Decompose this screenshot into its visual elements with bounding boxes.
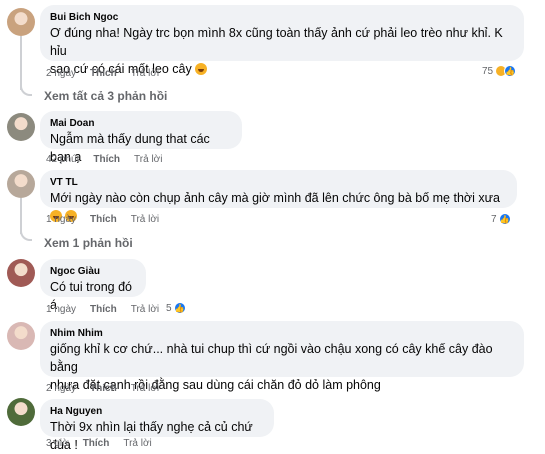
avatar[interactable] <box>7 259 35 287</box>
laughing-emoji-icon <box>195 63 208 75</box>
commenter-name[interactable]: Mai Doan <box>50 117 232 130</box>
like-button[interactable]: Thích <box>90 304 117 316</box>
timestamp[interactable]: 2 ngày <box>46 68 76 80</box>
avatar[interactable] <box>7 8 35 36</box>
comment-bubble: VT TL Mới ngày nào còn chụp ảnh cây mà g… <box>40 170 517 222</box>
commenter-name[interactable]: Bui Bich Ngoc <box>50 11 514 24</box>
see-all-replies-link[interactable]: Xem tất cả 3 phản hồi <box>44 89 167 103</box>
comment-bubble: Nhim Nhim giống khỉ k cơ chứ... nhà tui … <box>40 321 524 392</box>
avatar[interactable] <box>7 322 35 350</box>
timestamp[interactable]: 1 ngày <box>46 214 76 226</box>
commenter-name[interactable]: Ha Nguyen <box>50 405 264 418</box>
comment-line: giống khỉ k cơ chứ... nhà tui chup thì c… <box>50 342 493 374</box>
comment-actions: 1 ngày Thích Trả lời <box>46 214 159 226</box>
comment-actions: 42 phút Thích Trả lời <box>46 154 162 166</box>
like-button[interactable]: Thích <box>90 383 117 395</box>
timestamp[interactable]: 42 phút <box>46 154 79 166</box>
comment-bubble: Ha Nguyen Thời 9x nhìn lại thấy nghẹ cả … <box>40 399 274 452</box>
thread-curve <box>20 229 32 241</box>
reaction-count: 5 <box>166 302 172 314</box>
like-reaction-icon: 👍 <box>173 302 186 314</box>
reaction-summary[interactable]: 75 👍 <box>482 65 517 77</box>
reply-button[interactable]: Trả lời <box>131 383 159 395</box>
reply-button[interactable]: Trả lời <box>131 214 159 226</box>
reaction-summary[interactable]: 7 👍 <box>491 213 511 225</box>
comment-line: Ơ đúng nha! Ngày trc bọn mình 8x cũng to… <box>50 26 503 58</box>
like-button[interactable]: Thích <box>83 438 110 450</box>
commenter-name[interactable]: VT TL <box>50 176 507 189</box>
reaction-summary[interactable]: 5 👍 <box>166 302 186 314</box>
timestamp[interactable]: 2 ngày <box>46 383 76 395</box>
commenter-name[interactable]: Nhim Nhim <box>50 327 514 340</box>
timestamp[interactable]: 3 giờ <box>46 438 69 450</box>
comment-actions: 2 ngày Thích Trả lời <box>46 68 159 80</box>
comment-bubble: Mai Doan Ngẫm mà thấy dung that các bạn … <box>40 111 242 164</box>
comment-line-text: Mới ngày nào còn chụp ảnh cây mà giờ mìn… <box>50 191 500 205</box>
timestamp[interactable]: 1 ngày <box>46 304 76 316</box>
comment-actions: 1 ngày Thích Trả lời <box>46 304 159 316</box>
thread-curve <box>20 84 32 96</box>
comment-actions: 3 giờ Thích Trả lời <box>46 438 152 450</box>
comment-bubble: Ngoc Giàu Có tui trong đó á <box>40 259 146 312</box>
comment-actions: 2 ngày Thích Trả lời <box>46 383 159 395</box>
reply-button[interactable]: Trả lời <box>123 438 151 450</box>
see-replies-link[interactable]: Xem 1 phản hồi <box>44 236 133 250</box>
like-button[interactable]: Thích <box>90 68 117 80</box>
reaction-count: 75 <box>482 65 494 77</box>
avatar[interactable] <box>7 113 35 141</box>
like-reaction-icon: 👍 <box>504 65 517 77</box>
reply-button[interactable]: Trả lời <box>134 154 162 166</box>
like-button[interactable]: Thích <box>93 154 120 166</box>
avatar[interactable] <box>7 398 35 426</box>
comment-bubble: Bui Bich Ngoc Ơ đúng nha! Ngày trc bọn m… <box>40 5 524 76</box>
reply-button[interactable]: Trả lời <box>131 304 159 316</box>
reaction-count: 7 <box>491 213 497 225</box>
like-button[interactable]: Thích <box>90 214 117 226</box>
like-reaction-icon: 👍 <box>498 213 511 225</box>
avatar[interactable] <box>7 170 35 198</box>
reply-button[interactable]: Trả lời <box>131 68 159 80</box>
commenter-name[interactable]: Ngoc Giàu <box>50 265 136 278</box>
thread-line <box>20 36 22 90</box>
